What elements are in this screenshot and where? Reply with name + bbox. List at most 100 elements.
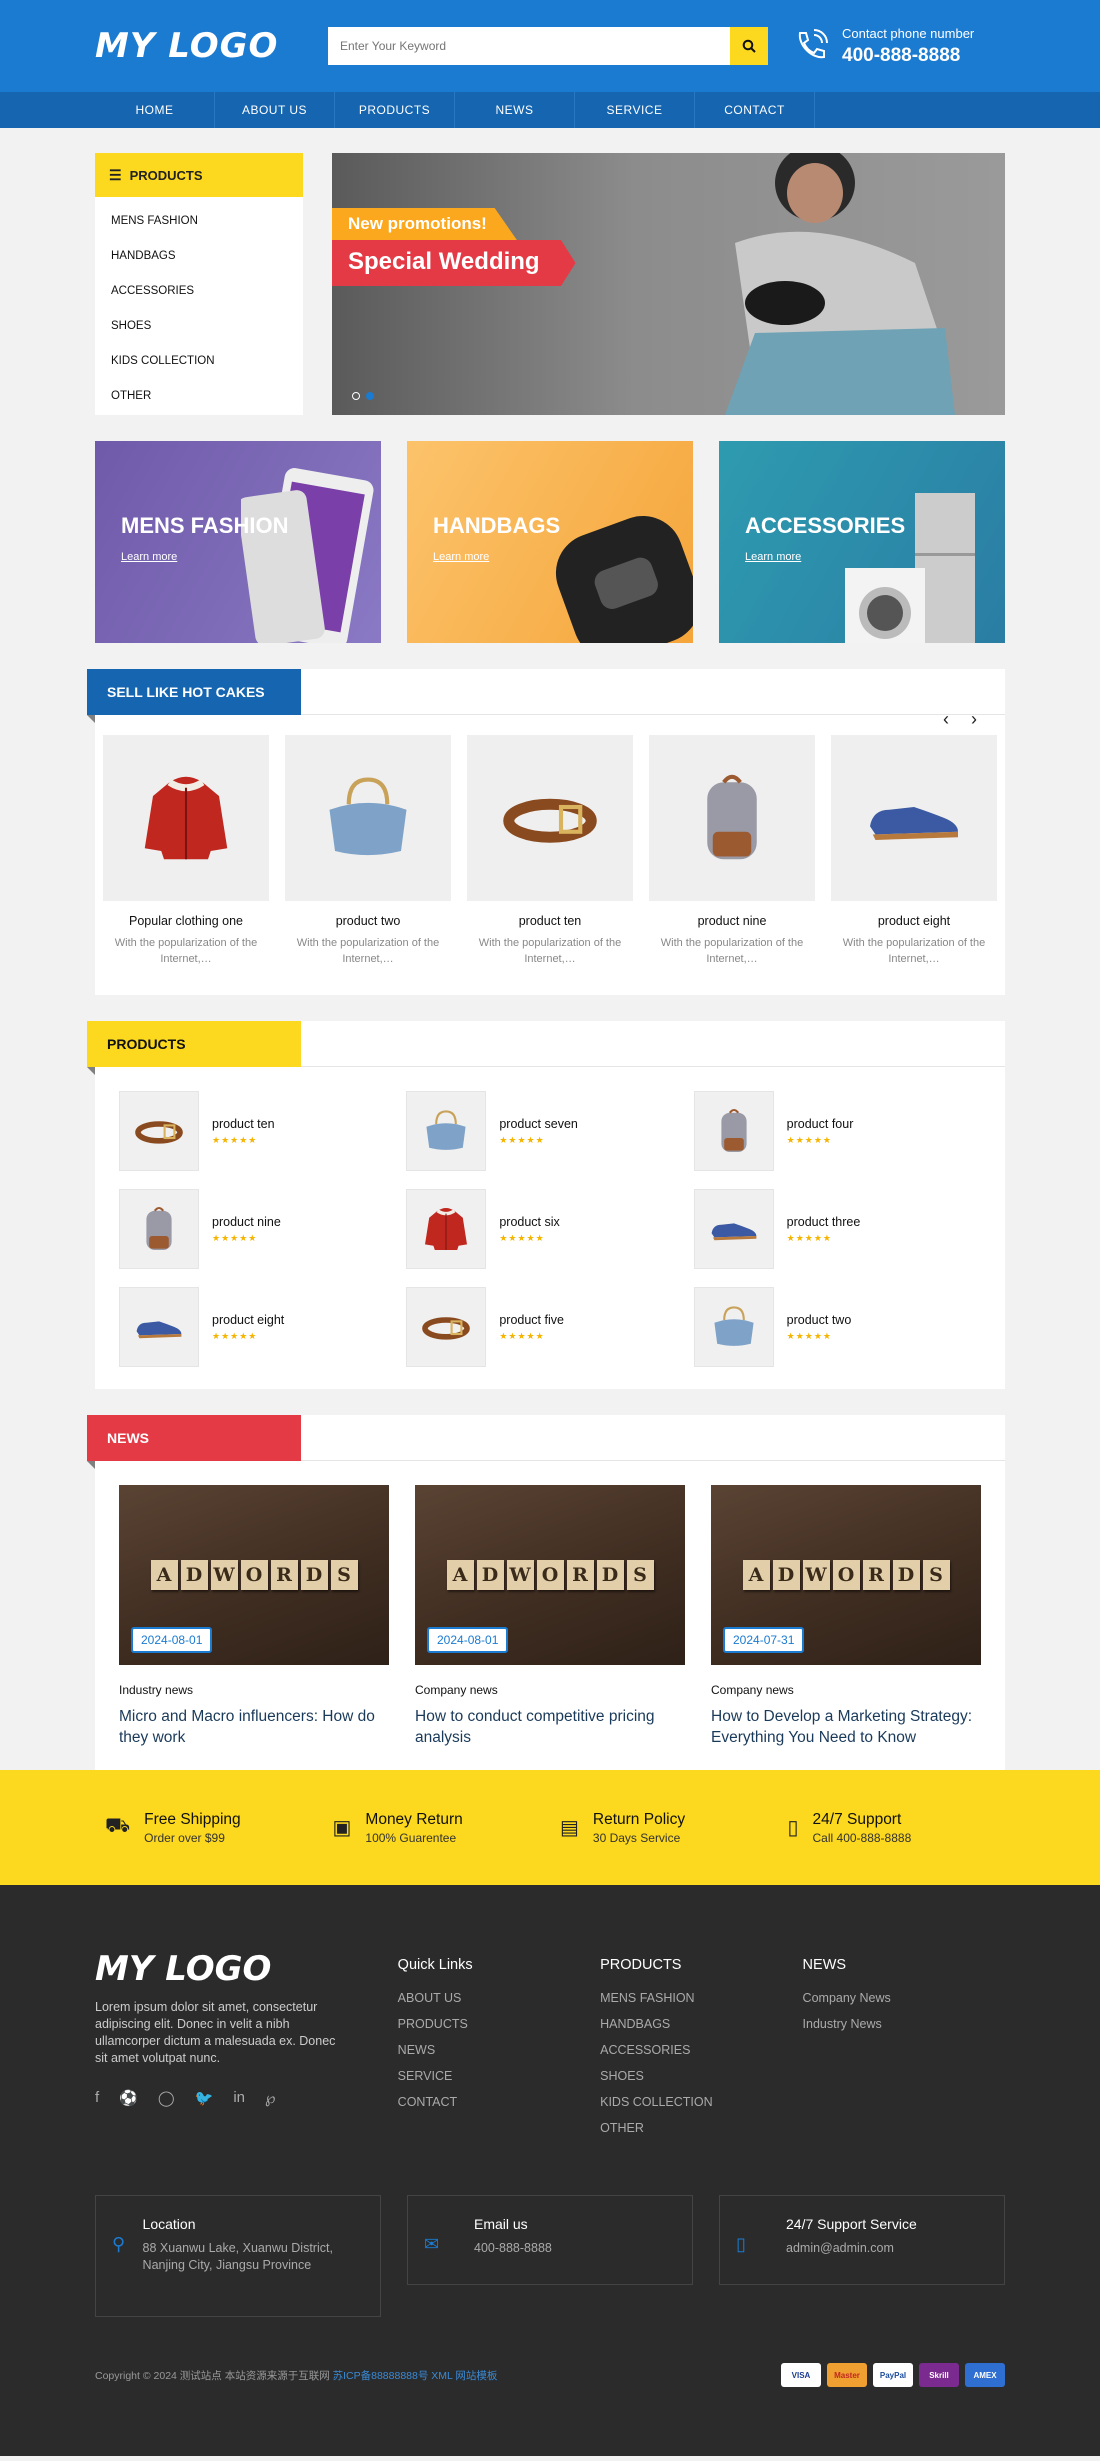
category-item[interactable]: HANDBAGS (95, 238, 303, 273)
learn-more-link[interactable]: Learn more (745, 551, 801, 563)
product-thumbnail[interactable] (119, 1287, 199, 1367)
product-name[interactable]: product two (285, 914, 451, 928)
footer-link[interactable]: PRODUCTS (398, 2017, 600, 2031)
product-list-item[interactable]: product five ★★★★★ (406, 1287, 693, 1367)
nav-products[interactable]: PRODUCTS (335, 92, 455, 128)
pinterest-icon[interactable]: ℘ (265, 2089, 275, 2107)
news-image[interactable]: A D W O R D S 2024-08-01 (415, 1485, 685, 1665)
category-item[interactable]: KIDS COLLECTION (95, 343, 303, 378)
footer-link[interactable]: MENS FASHION (600, 1991, 802, 2005)
product-name[interactable]: product four (787, 1117, 854, 1131)
product-thumbnail[interactable] (119, 1189, 199, 1269)
carousel-dot[interactable] (366, 392, 374, 400)
search-button[interactable] (730, 27, 768, 65)
footer-logo[interactable]: MY LOGO (95, 1949, 398, 1989)
chevron-right-icon[interactable]: › (971, 709, 977, 730)
nav-news[interactable]: NEWS (455, 92, 575, 128)
hot-product-card[interactable]: product eight With the popularization of … (831, 735, 997, 967)
product-thumbnail[interactable] (693, 1189, 774, 1269)
product-list-item[interactable]: product four ★★★★★ (693, 1091, 981, 1171)
footer-link[interactable]: NEWS (398, 2043, 600, 2057)
hero-banner[interactable]: New promotions! Special Wedding (332, 153, 1005, 415)
product-name[interactable]: Popular clothing one (103, 914, 269, 928)
learn-more-link[interactable]: Learn more (121, 551, 177, 563)
dribbble-icon[interactable]: ⚽ (119, 2089, 138, 2107)
facebook-icon[interactable]: f (95, 2089, 99, 2107)
product-name[interactable]: product nine (649, 914, 815, 928)
promo-card-handbags[interactable]: HANDBAGS Learn more (407, 441, 693, 643)
chevron-left-icon[interactable]: ‹ (943, 709, 949, 730)
news-title[interactable]: How to conduct competitive pricing analy… (415, 1706, 685, 1748)
news-title[interactable]: How to Develop a Marketing Strategy: Eve… (711, 1706, 981, 1748)
carousel-dot[interactable] (352, 392, 360, 400)
nav-home[interactable]: HOME (95, 92, 215, 128)
hot-product-card[interactable]: product ten With the popularization of th… (467, 735, 633, 967)
icp-link[interactable]: 苏ICP备88888888号 (333, 2370, 429, 2382)
news-title[interactable]: Micro and Macro influencers: How do they… (119, 1706, 389, 1748)
twitter-icon[interactable]: 🐦 (195, 2089, 214, 2107)
news-card[interactable]: A D W O R D S 2024-08-01 Company news How to cond… (415, 1485, 685, 1748)
product-list-item[interactable]: product eight ★★★★★ (119, 1287, 406, 1367)
product-name[interactable]: product ten (212, 1117, 275, 1131)
hot-product-card[interactable]: Popular clothing one With the popularizat… (103, 735, 269, 967)
product-name[interactable]: product two (787, 1313, 852, 1327)
hot-product-card[interactable]: product two With the popularization of th… (285, 735, 451, 967)
product-list-item[interactable]: product seven ★★★★★ (406, 1091, 693, 1171)
product-image[interactable] (467, 735, 633, 901)
nav-contact[interactable]: CONTACT (695, 92, 815, 128)
footer-link[interactable]: KIDS COLLECTION (600, 2095, 802, 2109)
product-name[interactable]: product ten (467, 914, 633, 928)
news-card[interactable]: A D W O R D S 2024-07-31 Company news How to Deve… (711, 1485, 981, 1748)
news-image[interactable]: A D W O R D S 2024-08-01 (119, 1485, 389, 1665)
product-thumbnail[interactable] (406, 1091, 487, 1171)
footer-link[interactable]: ACCESSORIES (600, 2043, 802, 2057)
template-link[interactable]: 网站模板 (455, 2370, 497, 2382)
product-name[interactable]: product three (787, 1215, 861, 1229)
promo-card-accessories[interactable]: ACCESSORIES Learn more (719, 441, 1005, 643)
xml-link[interactable]: XML (431, 2370, 452, 2382)
promo-card-mens-fashion[interactable]: MENS FASHION Learn more (95, 441, 381, 643)
category-item[interactable]: SHOES (95, 308, 303, 343)
product-thumbnail[interactable] (693, 1287, 774, 1367)
product-list-item[interactable]: product nine ★★★★★ (119, 1189, 406, 1269)
product-thumbnail[interactable] (406, 1287, 487, 1367)
footer-link[interactable]: HANDBAGS (600, 2017, 802, 2031)
nav-service[interactable]: SERVICE (575, 92, 695, 128)
logo[interactable]: MY LOGO (95, 26, 328, 66)
email-value[interactable]: 400-888-8888 (474, 2240, 552, 2257)
news-image[interactable]: A D W O R D S 2024-07-31 (711, 1485, 981, 1665)
category-item[interactable]: MENS FASHION (95, 203, 303, 238)
product-name[interactable]: product five (499, 1313, 564, 1327)
search-input[interactable] (328, 27, 730, 65)
footer-link[interactable]: OTHER (600, 2121, 802, 2135)
linkedin-icon[interactable]: in (233, 2089, 245, 2107)
footer-link[interactable]: Company News (803, 1991, 1005, 2005)
product-name[interactable]: product eight (212, 1313, 284, 1327)
product-name[interactable]: product six (499, 1215, 559, 1229)
learn-more-link[interactable]: Learn more (433, 551, 489, 563)
category-item[interactable]: ACCESSORIES (95, 273, 303, 308)
footer-link[interactable]: CONTACT (398, 2095, 600, 2109)
footer-link[interactable]: SERVICE (398, 2069, 600, 2083)
instagram-icon[interactable]: ◯ (158, 2089, 175, 2107)
footer-link[interactable]: ABOUT US (398, 1991, 600, 2005)
product-list-item[interactable]: product two ★★★★★ (693, 1287, 981, 1367)
product-image[interactable] (831, 735, 997, 901)
product-image[interactable] (103, 735, 269, 901)
product-list-item[interactable]: product ten ★★★★★ (119, 1091, 406, 1171)
product-name[interactable]: product nine (212, 1215, 281, 1229)
product-image[interactable] (649, 735, 815, 901)
product-name[interactable]: product seven (499, 1117, 578, 1131)
product-image[interactable] (285, 735, 451, 901)
product-list-item[interactable]: product three ★★★★★ (693, 1189, 981, 1269)
support-value[interactable]: admin@admin.com (786, 2240, 917, 2257)
nav-about[interactable]: ABOUT US (215, 92, 335, 128)
product-thumbnail[interactable] (119, 1091, 199, 1171)
footer-link[interactable]: SHOES (600, 2069, 802, 2083)
product-name[interactable]: product eight (831, 914, 997, 928)
product-list-item[interactable]: product six ★★★★★ (406, 1189, 693, 1269)
news-card[interactable]: A D W O R D S 2024-08-01 Industry news Micro and … (119, 1485, 389, 1748)
product-thumbnail[interactable] (693, 1091, 774, 1171)
footer-link[interactable]: Industry News (803, 2017, 1005, 2031)
hot-product-card[interactable]: product nine With the popularization of t… (649, 735, 815, 967)
